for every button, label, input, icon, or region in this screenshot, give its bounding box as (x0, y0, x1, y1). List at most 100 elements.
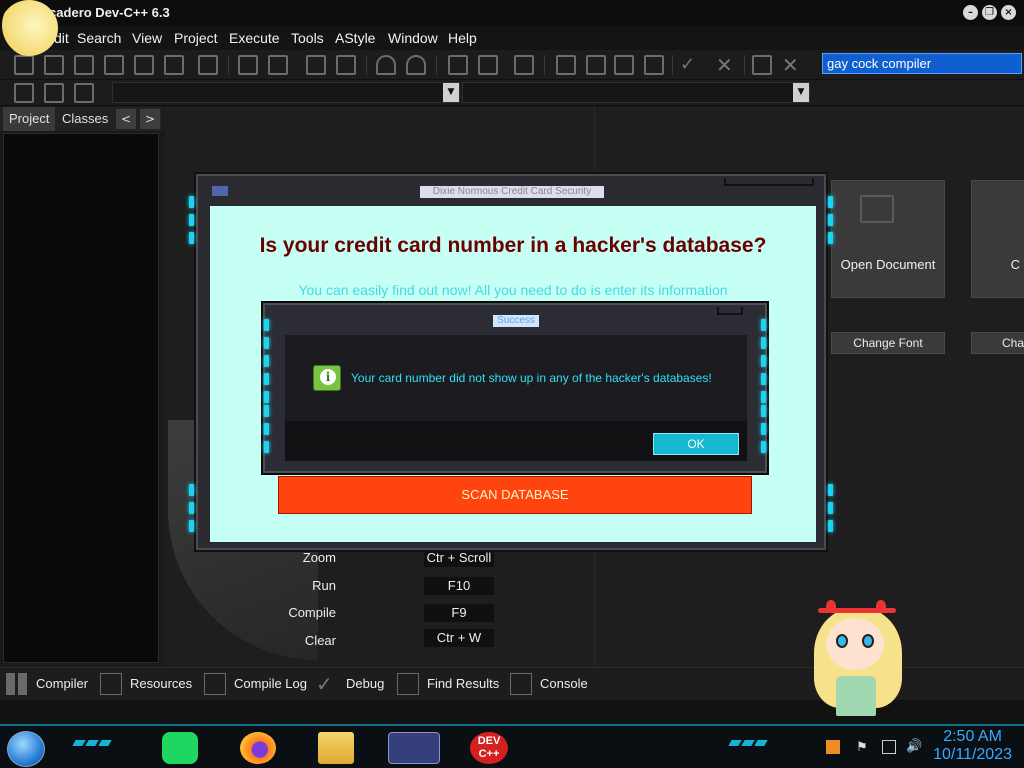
start-button[interactable] (7, 731, 45, 767)
resources-icon (100, 673, 122, 695)
redo-icon[interactable] (406, 55, 426, 75)
console-icon (510, 673, 532, 695)
shortcut-key-run: F10 (424, 577, 494, 595)
ok-button[interactable]: OK (653, 433, 739, 455)
left-panel-tabs: Project Classes < > (0, 107, 162, 131)
close-button[interactable]: × (1001, 5, 1016, 20)
dialog-headline: Is your credit card number in a hacker's… (259, 234, 767, 257)
window-title: rcadero Dev-C++ 6.3 (44, 5, 170, 20)
comment-icon[interactable] (514, 55, 534, 75)
partial-button[interactable]: Cha (971, 332, 1024, 354)
shortcut-label-zoom: Zoom (302, 550, 336, 565)
devcpp-taskbar-icon[interactable]: DEV C++ (470, 732, 508, 764)
star-character-image (0, 0, 58, 56)
menu-window[interactable]: Window (388, 30, 438, 46)
shortcut-key-clear: Ctr + W (424, 629, 494, 647)
class-browser-icon[interactable] (14, 83, 34, 103)
change-font-button[interactable]: Change Font (831, 332, 945, 354)
minimize-button[interactable]: – (963, 5, 978, 20)
menu-view[interactable]: View (132, 30, 162, 46)
restore-button[interactable]: ❐ (982, 5, 997, 20)
compile-icon[interactable] (614, 55, 634, 75)
tab-compile-log[interactable]: Compile Log (204, 668, 307, 700)
decorative-lights (72, 740, 112, 746)
stop-icon[interactable]: ✕ (716, 55, 736, 75)
member-combo[interactable]: ▼ (462, 82, 810, 103)
bookmark-icon[interactable] (336, 55, 356, 75)
tab-compiler[interactable]: Compiler (6, 668, 88, 700)
tab-debug[interactable]: ✓ Debug (316, 668, 384, 700)
menu-execute[interactable]: Execute (229, 30, 280, 46)
shortcut-key-compile: F9 (424, 604, 494, 622)
project-tree[interactable] (3, 133, 159, 663)
bookmarks-icon[interactable] (74, 83, 94, 103)
taskbar: DEV C++ ⚑ 🔊 2:50 AM 10/11/2023 (0, 724, 1024, 768)
tab-scroll-left-button[interactable]: < (116, 109, 136, 129)
open-folder-icon[interactable] (44, 55, 64, 75)
tray-app-icon[interactable] (826, 740, 840, 754)
tab-resources[interactable]: Resources (100, 668, 192, 700)
decorative-lights-right (728, 740, 768, 746)
tab-project[interactable]: Project (3, 107, 56, 131)
close-all-icon[interactable] (164, 55, 184, 75)
menu-project[interactable]: Project (174, 30, 218, 46)
title-bar: rcadero Dev-C++ 6.3 – ❐ × (0, 0, 1024, 26)
dialog-caption: Dixie Normous Credit Card Security (420, 186, 604, 198)
indent-icon[interactable] (448, 55, 468, 75)
chevron-down-icon[interactable]: ▼ (793, 83, 809, 102)
bookmark-toggle-icon[interactable] (44, 83, 64, 103)
window-icon[interactable] (586, 55, 606, 75)
check-icon[interactable]: ✓ (680, 55, 700, 75)
flag-icon[interactable]: ⚑ (856, 740, 870, 754)
close-file-icon[interactable] (134, 55, 154, 75)
spotify-icon[interactable] (162, 732, 198, 764)
star-butterfly-mascot (806, 598, 906, 722)
clock-date: 10/11/2023 (933, 746, 1012, 763)
find-icon[interactable] (238, 55, 258, 75)
firefox-icon[interactable] (240, 732, 276, 764)
menu-help[interactable]: Help (448, 30, 477, 46)
close-debug-icon[interactable]: ✕ (782, 55, 802, 75)
clock-time: 2:50 AM (943, 728, 1002, 745)
search-icon (397, 673, 419, 695)
menu-tools[interactable]: Tools (291, 30, 324, 46)
success-dialog: Success i Your card number did not show … (263, 303, 767, 473)
class-combo[interactable]: ▼ (112, 82, 460, 103)
run-icon[interactable] (644, 55, 664, 75)
menu-bar: dit Search View Project Execute Tools AS… (0, 26, 1024, 50)
partial-card[interactable]: C (971, 180, 1024, 298)
print-icon[interactable] (198, 55, 218, 75)
dialog-subline: You can easily find out now! All you nee… (298, 282, 728, 298)
save-all-icon[interactable] (104, 55, 124, 75)
new-file-icon[interactable] (14, 55, 34, 75)
shortcut-label-clear: Clear (304, 633, 336, 648)
tab-find-results[interactable]: Find Results (397, 668, 499, 700)
chart-icon[interactable] (752, 55, 772, 75)
goto-line-icon[interactable] (306, 55, 326, 75)
file-explorer-icon[interactable] (318, 732, 354, 764)
search-input[interactable]: gay cock compiler (822, 53, 1022, 74)
shortcut-label-run: Run (312, 578, 336, 593)
open-document-card[interactable]: Open Document (831, 180, 945, 298)
unindent-icon[interactable] (478, 55, 498, 75)
tile-icon[interactable] (556, 55, 576, 75)
tab-classes[interactable]: Classes (56, 107, 114, 131)
bar-chart-icon (204, 673, 226, 695)
active-app-icon[interactable] (388, 732, 440, 764)
tab-scroll-right-button[interactable]: > (140, 109, 160, 129)
chevron-down-icon[interactable]: ▼ (443, 83, 459, 102)
success-content: i Your card number did not show up in an… (285, 335, 747, 461)
desktop: rcadero Dev-C++ 6.3 – ❐ × dit Search Vie… (0, 0, 1024, 768)
network-icon[interactable] (882, 740, 896, 754)
tab-console[interactable]: Console (510, 668, 588, 700)
clock[interactable]: 2:50 AM 10/11/2023 (933, 728, 1012, 764)
scan-database-button[interactable]: SCAN DATABASE (278, 476, 752, 514)
save-icon[interactable] (74, 55, 94, 75)
check-icon: ✓ (316, 672, 333, 696)
folder-icon (860, 195, 894, 223)
undo-icon[interactable] (376, 55, 396, 75)
menu-astyle[interactable]: AStyle (335, 30, 375, 46)
volume-icon[interactable]: 🔊 (906, 740, 922, 754)
menu-search[interactable]: Search (77, 30, 121, 46)
replace-icon[interactable] (268, 55, 288, 75)
